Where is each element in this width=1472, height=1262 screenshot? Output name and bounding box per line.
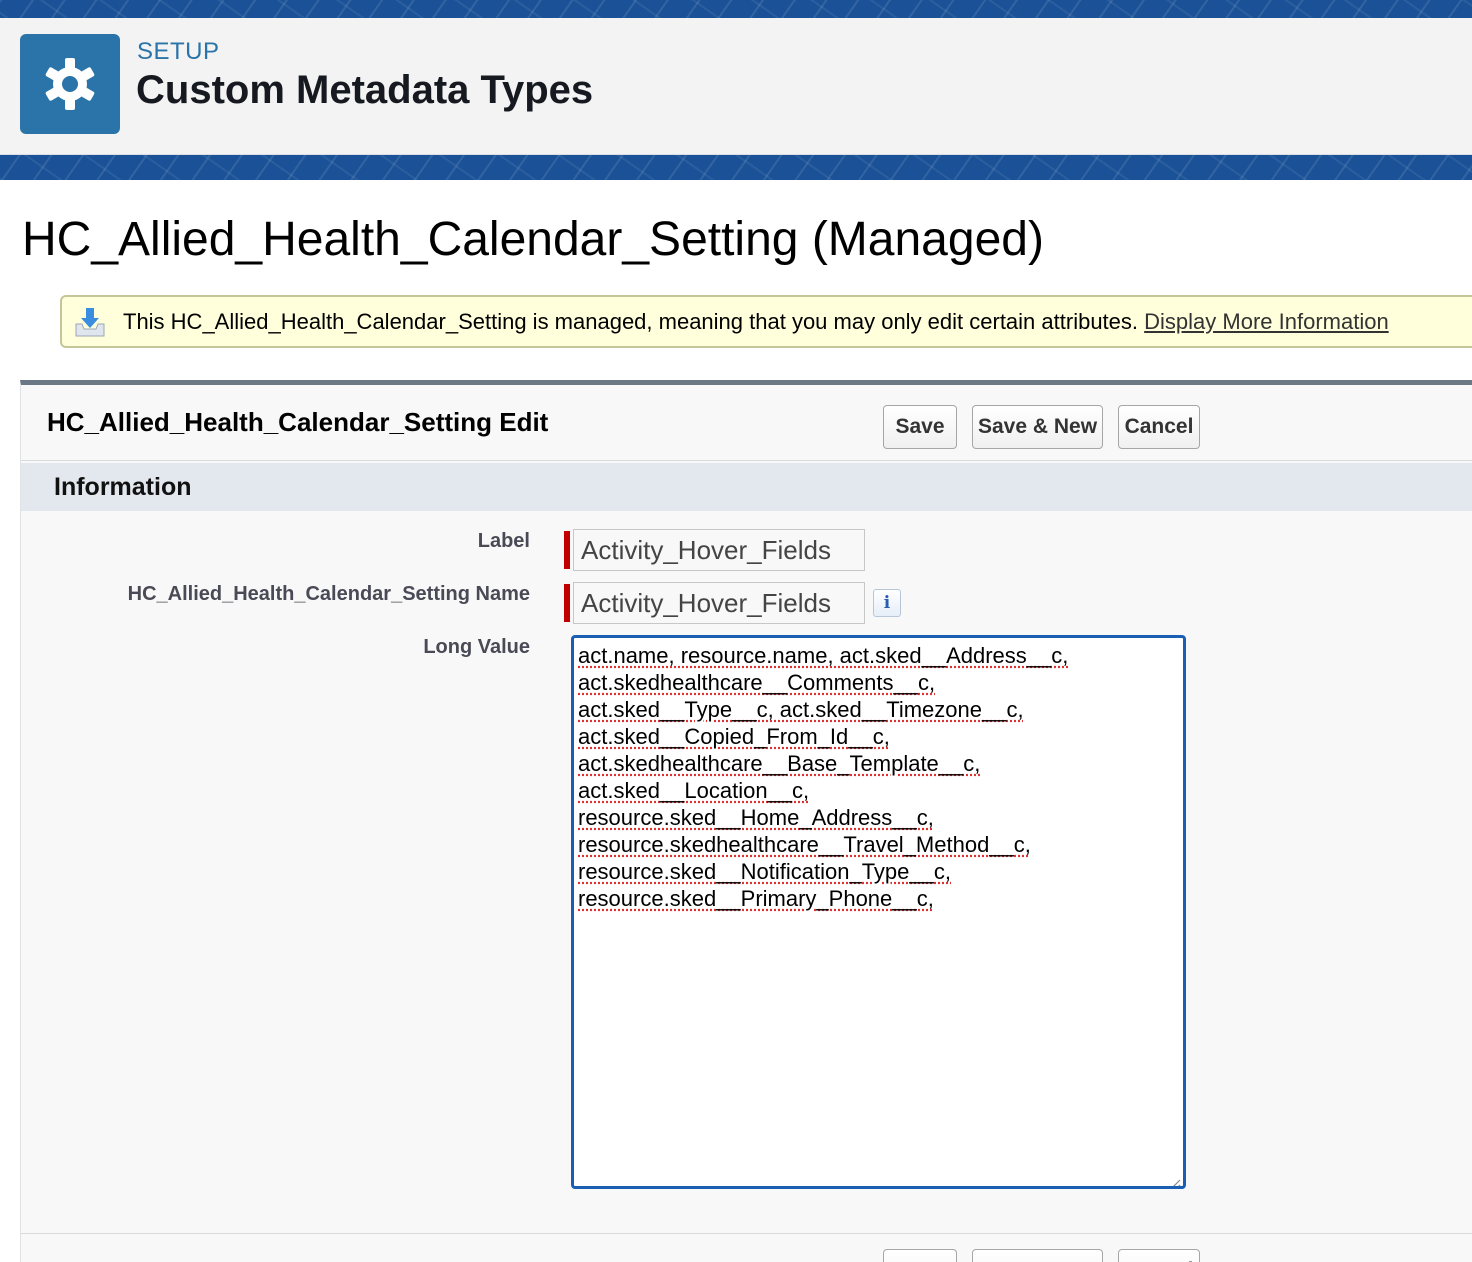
save-button-bottom[interactable]: Save: [883, 1249, 957, 1262]
long-value-line: resource.skedhealthcare__Travel_Method__…: [578, 832, 1031, 857]
managed-info-banner: This HC_Allied_Health_Calendar_Setting i…: [60, 295, 1472, 348]
display-more-information-link[interactable]: Display More Information: [1144, 309, 1389, 334]
info-icon[interactable]: i: [873, 589, 901, 617]
banner-text: This HC_Allied_Health_Calendar_Setting i…: [123, 309, 1389, 335]
label-field-label: Label: [477, 530, 530, 552]
long-value-line: act.sked__Type__c, act.sked__Timezone__c…: [578, 697, 1024, 722]
footer-divider: [21, 1233, 1472, 1234]
save-and-new-button[interactable]: Save & New: [972, 405, 1103, 449]
required-marker: [564, 584, 570, 622]
section-title: Information: [54, 473, 192, 501]
name-input[interactable]: Activity_Hover_Fields: [573, 582, 865, 624]
long-value-line: resource.sked__Primary_Phone__c,: [578, 886, 934, 911]
long-value-field-label: Long Value: [423, 636, 530, 658]
long-value-textarea[interactable]: act.name, resource.name, act.sked__Addre…: [571, 635, 1186, 1189]
gear-icon: [20, 34, 120, 134]
name-field-label: HC_Allied_Health_Calendar_Setting Name: [127, 583, 530, 605]
page-title: HC_Allied_Health_Calendar_Setting (Manag…: [22, 213, 1044, 266]
information-section-header: Information: [21, 463, 1472, 511]
setup-title: Custom Metadata Types: [136, 68, 594, 112]
resize-handle-icon[interactable]: [1167, 1170, 1181, 1186]
panel-header: HC_Allied_Health_Calendar_Setting Edit S…: [21, 385, 1472, 461]
save-and-new-button-bottom[interactable]: Save & New: [972, 1249, 1103, 1262]
long-value-line: act.sked__Location__c,: [578, 778, 810, 803]
save-button[interactable]: Save: [883, 405, 957, 449]
cancel-button-bottom[interactable]: Cancel: [1118, 1249, 1200, 1262]
long-value-line: resource.sked__Notification_Type__c,: [578, 859, 951, 884]
banner-message: This HC_Allied_Health_Calendar_Setting i…: [123, 309, 1139, 334]
panel-title: HC_Allied_Health_Calendar_Setting Edit: [47, 407, 549, 437]
setup-eyebrow: SETUP: [137, 38, 220, 65]
download-tray-icon: [74, 306, 106, 338]
cancel-button[interactable]: Cancel: [1118, 405, 1200, 449]
long-value-line: resource.sked__Home_Address__c,: [578, 805, 934, 830]
required-marker: [564, 531, 570, 569]
setup-header: SETUP Custom Metadata Types: [0, 18, 1472, 155]
long-value-line: act.sked__Copied_From_Id__c,: [578, 724, 890, 749]
edit-panel: HC_Allied_Health_Calendar_Setting Edit S…: [20, 380, 1472, 1262]
long-value-line: act.skedhealthcare__Base_Template__c,: [578, 751, 981, 776]
label-input[interactable]: Activity_Hover_Fields: [573, 529, 865, 571]
long-value-line: act.skedhealthcare__Comments__c,: [578, 670, 936, 695]
long-value-line: act.name, resource.name, act.sked__Addre…: [578, 643, 1069, 668]
